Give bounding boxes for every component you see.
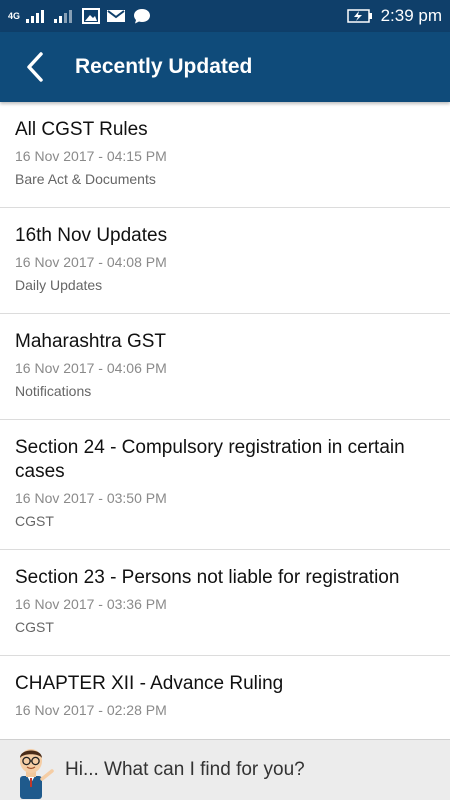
item-category: Bare Act & Documents <box>15 171 156 187</box>
chevron-left-icon <box>27 52 43 82</box>
status-left: 4G <box>8 7 152 25</box>
list-item[interactable]: 16th Nov Updates 16 Nov 2017 - 04:08 PM … <box>0 208 450 314</box>
item-category: CGST <box>15 513 54 529</box>
list-item[interactable]: Maharashtra GST 16 Nov 2017 - 04:06 PM N… <box>0 314 450 420</box>
item-title: Section 24 - Compulsory registration in … <box>15 437 405 482</box>
list-item[interactable]: Section 24 - Compulsory registration in … <box>0 420 450 550</box>
item-title: Section 23 - Persons not liable for regi… <box>15 567 400 588</box>
item-date: 16 Nov 2017 - 04:15 PM <box>15 148 167 164</box>
status-bar: 4G 2:39 pm <box>0 0 450 32</box>
signal-icon <box>54 10 73 23</box>
list-item[interactable]: Section 23 - Persons not liable for regi… <box>0 550 450 656</box>
item-title: 16th Nov Updates <box>15 225 168 246</box>
item-title: CHAPTER XII - Advance Ruling <box>15 673 284 694</box>
page-title: Recently Updated <box>75 55 253 78</box>
updates-list: All CGST Rules 16 Nov 2017 - 04:15 PM Ba… <box>0 102 450 739</box>
gmail-icon <box>107 10 126 22</box>
item-category: Notifications <box>15 383 92 399</box>
assistant-prompt: Hi... What can I find for you? <box>65 759 305 780</box>
item-category: Daily Updates <box>15 277 103 293</box>
item-category: CGST <box>15 619 54 635</box>
item-date: 16 Nov 2017 - 03:50 PM <box>15 490 167 506</box>
chat-icon <box>134 9 151 24</box>
status-time: 2:39 pm <box>380 6 442 25</box>
item-date: 16 Nov 2017 - 03:36 PM <box>15 596 167 612</box>
battery-icon <box>346 9 372 23</box>
list-item[interactable]: All CGST Rules 16 Nov 2017 - 04:15 PM Ba… <box>0 102 450 208</box>
assistant-bar[interactable]: Hi... What can I find for you? <box>0 739 450 800</box>
item-title: All CGST Rules <box>15 119 148 140</box>
app-bar: Recently Updated <box>0 32 450 102</box>
item-date: 16 Nov 2017 - 04:08 PM <box>15 254 167 270</box>
status-right: 2:39 pm <box>346 6 442 26</box>
item-date: 16 Nov 2017 - 02:28 PM <box>15 702 167 718</box>
signal-icon <box>26 10 45 23</box>
item-title: Maharashtra GST <box>15 331 166 352</box>
network-label: 4G <box>8 10 21 21</box>
back-button[interactable] <box>0 32 70 102</box>
item-date: 16 Nov 2017 - 04:06 PM <box>15 360 167 376</box>
image-icon <box>82 8 101 24</box>
list-item[interactable]: CHAPTER XII - Advance Ruling 16 Nov 2017… <box>0 656 450 739</box>
assistant-avatar-icon <box>20 749 54 799</box>
